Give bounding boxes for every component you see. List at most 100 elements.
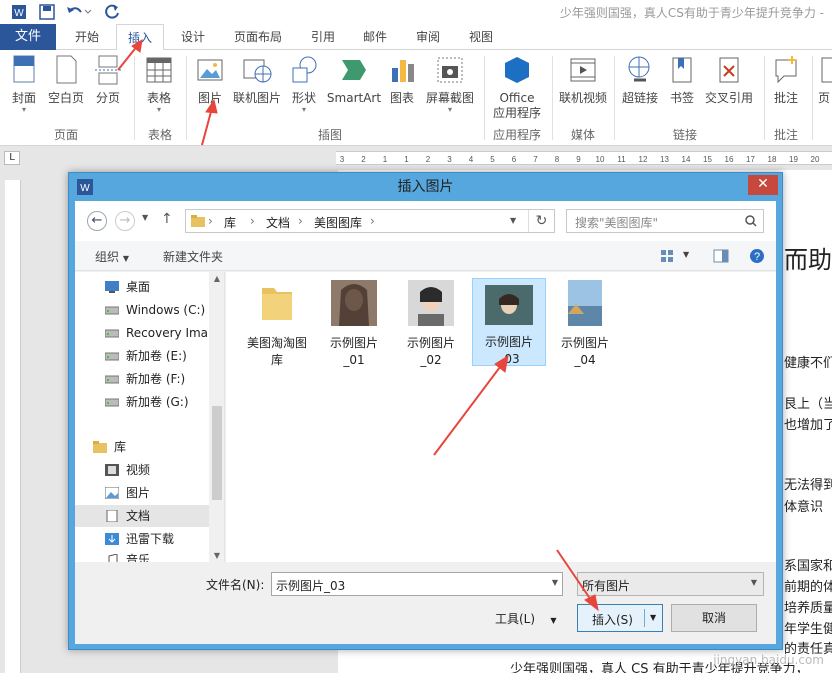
ruler-tick-label: 1 [383, 155, 388, 164]
help-icon[interactable]: ? [749, 248, 765, 264]
file-item-image[interactable]: 示例图片 _01 [319, 280, 389, 369]
nav-item[interactable]: 图片 [75, 482, 209, 504]
view-options-icon[interactable] [660, 249, 676, 263]
group-pages-label: 页面 [53, 128, 78, 142]
file-item-image-selected[interactable]: 示例图片 _03 [472, 278, 546, 366]
vertical-ruler[interactable] [5, 180, 21, 673]
tab-home[interactable]: 开始 [64, 24, 110, 50]
tab-design[interactable]: 设计 [170, 24, 216, 50]
shapes-button[interactable]: 形状 ▾ [286, 54, 322, 114]
doc-text-fragment: 系国家和 [784, 559, 832, 574]
nav-item[interactable]: 文档 [75, 505, 209, 527]
image-thumbnail [408, 280, 454, 326]
tab-references[interactable]: 引用 [300, 24, 346, 50]
group-links-label: 链接 [672, 128, 697, 142]
chevron-down-icon: ▼ [750, 578, 757, 587]
office-apps-button[interactable]: Office 应用程序 [486, 54, 548, 121]
back-button[interactable]: ← [87, 211, 107, 231]
page-break-button[interactable]: 分页 [90, 54, 126, 106]
cover-page-button[interactable]: 封面 ▾ [6, 54, 42, 114]
tab-selector[interactable]: L [4, 151, 20, 165]
online-video-button[interactable]: 联机视频 [556, 54, 610, 106]
insert-button[interactable]: 插入(S) ▼ [577, 604, 663, 632]
new-folder-button[interactable]: 新建文件夹 [163, 248, 223, 265]
blank-page-button[interactable]: 空白页 [46, 54, 86, 106]
close-button[interactable]: ✕ [748, 175, 778, 195]
chevron-down-icon[interactable]: ▼ [650, 613, 656, 622]
file-item-image[interactable]: 示例图片 _04 [550, 280, 620, 369]
tab-page-layout[interactable]: 页面布局 [224, 24, 292, 50]
tab-insert[interactable]: 插入 [116, 24, 164, 51]
tab-file[interactable]: 文件 [0, 24, 56, 50]
forward-button[interactable]: → [115, 211, 135, 231]
recent-locations-button[interactable]: ▼ [142, 213, 148, 222]
table-button[interactable]: 表格 ▾ [142, 54, 176, 114]
filename-input[interactable]: 示例图片_03 ▼ [271, 572, 563, 596]
doc-text-fragment: 培养质量 [784, 601, 832, 616]
nav-item[interactable]: 音乐 [75, 549, 209, 562]
word-logo-icon: W [12, 5, 26, 19]
cancel-button[interactable]: 取消 [671, 604, 757, 632]
chevron-down-icon[interactable]: ▼ [552, 578, 558, 587]
undo-icon[interactable] [64, 3, 92, 21]
header-button[interactable]: 页 [816, 54, 832, 106]
breadcrumb-documents[interactable]: 文档 [266, 214, 290, 231]
nav-item[interactable]: Windows (C:) [75, 299, 209, 321]
file-item-folder[interactable]: 美图淘淘图 库 [242, 280, 312, 369]
ruler-tick-label: 15 [703, 155, 712, 164]
file-item-image[interactable]: 示例图片 _02 [396, 280, 466, 369]
nav-item[interactable]: 视频 [75, 459, 209, 481]
tools-button[interactable]: 工具(L) ▼ [495, 610, 556, 627]
preview-pane-icon[interactable] [713, 249, 729, 263]
group-media-label: 媒体 [570, 128, 595, 142]
ruler-tick-label: 9 [576, 155, 581, 164]
horizontal-ruler[interactable]: 3 2 1 1 2 3 4 5 6 7 8 9 10 11 12 13 14 15 16 17 18 19 20 [336, 151, 832, 165]
organize-button[interactable]: 组织 ▼ [95, 248, 129, 265]
nav-item[interactable]: Recovery Ima [75, 322, 209, 344]
breadcrumb-meitu-gallery[interactable]: 美图图库 [314, 214, 362, 231]
refresh-button[interactable]: ↻ [528, 210, 554, 232]
bookmark-button[interactable]: 书签 [664, 54, 700, 106]
ruler-tick-label: 7 [533, 155, 538, 164]
breadcrumb-library[interactable]: 库 [224, 214, 236, 231]
nav-item[interactable]: 库 [75, 436, 209, 458]
arrow-left-icon: ← [91, 213, 103, 228]
cross-reference-button[interactable]: 交叉引用 [702, 54, 756, 106]
ruler-tick-label: 13 [660, 155, 669, 164]
chart-button[interactable]: 图表 [384, 54, 420, 106]
ruler-tick-label: 18 [768, 155, 777, 164]
video-icon [105, 464, 119, 476]
nav-item[interactable]: 桌面 [75, 276, 209, 298]
tab-review[interactable]: 审阅 [405, 24, 451, 50]
nav-item[interactable]: 迅雷下载 [75, 528, 209, 550]
ribbon-separator [186, 56, 187, 140]
online-pictures-button[interactable]: 联机图片 [230, 54, 284, 106]
tab-mailings[interactable]: 邮件 [352, 24, 398, 50]
chevron-down-icon[interactable]: ▼ [683, 250, 689, 259]
hyperlink-button[interactable]: 超链接 [618, 54, 662, 106]
nav-item[interactable]: 新加卷 (F:) [75, 368, 209, 390]
picture-button[interactable]: 图片 [192, 54, 228, 106]
smartart-button[interactable]: SmartArt [326, 54, 382, 106]
search-input[interactable]: 搜索"美图图库" [566, 209, 764, 233]
ruler-tick-label: 2 [361, 155, 366, 164]
blank-page-icon [56, 55, 77, 84]
nav-scrollbar[interactable]: ▲ ▼ [209, 272, 224, 562]
nav-item[interactable]: 新加卷 (G:) [75, 391, 209, 413]
address-row: ← → ▼ ↑ › 库 › 文档 › 美图图库 › ▼ ↻ 搜索"美图图库" [75, 201, 776, 241]
image-thumbnail [568, 280, 602, 326]
save-icon[interactable] [38, 3, 56, 21]
ruler-ticks: 3 2 1 1 2 3 4 5 6 7 8 9 10 11 12 13 14 15 16 17 18 19 20 [340, 155, 820, 164]
bookmark-icon [672, 57, 692, 83]
tab-view[interactable]: 视图 [458, 24, 504, 50]
ruler-tick-label: 5 [490, 155, 495, 164]
address-dropdown[interactable]: ▼ [510, 216, 516, 225]
redo-icon[interactable] [104, 3, 132, 21]
up-button[interactable]: ↑ [161, 211, 173, 227]
filetype-select[interactable]: 所有图片 ▼ [577, 572, 764, 596]
screenshot-button[interactable]: 屏幕截图 ▾ [424, 54, 476, 114]
nav-item[interactable]: 新加卷 (E:) [75, 345, 209, 367]
music-icon [108, 554, 118, 562]
comment-button[interactable]: 批注 [768, 54, 804, 106]
address-bar[interactable]: › 库 › 文档 › 美图图库 › ▼ ↻ [185, 209, 555, 233]
